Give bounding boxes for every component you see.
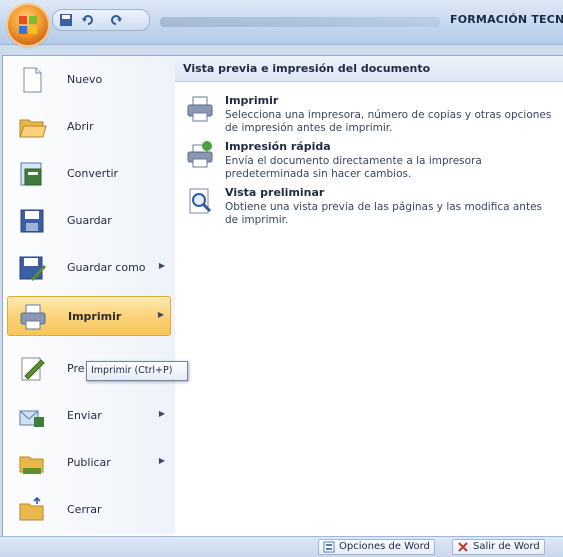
menu-bottom-bar: Opciones de Word Salir de Word — [0, 536, 563, 557]
menu-item-enviar[interactable]: Enviar ▶ — [7, 396, 171, 436]
menu-item-abrir[interactable]: Abrir — [7, 107, 171, 147]
menu-item-label: Publicar — [67, 456, 111, 469]
menu-item-label: Cerrar — [67, 503, 102, 516]
menu-item-label: Convertir — [67, 167, 119, 180]
publish-icon — [19, 456, 44, 474]
submenu-arrow-icon: ▶ — [157, 310, 164, 319]
word-options-button[interactable]: Opciones de Word — [318, 539, 435, 555]
menu-item-label: Guardar como — [67, 261, 146, 274]
menu-item-convertir[interactable]: Convertir — [7, 154, 171, 194]
menu-item-label: Imprimir — [68, 310, 122, 323]
office-menu: Nuevo Abrir Convertir Guardar Guardar co — [2, 55, 563, 537]
convert-icon — [20, 162, 42, 186]
menu-item-label: Guardar — [67, 214, 112, 227]
submenu-entry-title: Vista preliminar — [225, 186, 325, 199]
title-bar: FORMACIÓN TECN — [0, 0, 563, 45]
menu-item-label: Pre — [67, 362, 85, 375]
menu-item-label: Nuevo — [67, 73, 103, 86]
exit-word-label: Salir de Word — [473, 541, 540, 552]
submenu-header: Vista previa e impresión del documento — [175, 56, 563, 82]
save-as-icon — [19, 256, 46, 281]
menu-item-publicar[interactable]: Publicar ▶ — [7, 443, 171, 483]
send-icon — [19, 410, 44, 427]
printer-icon — [187, 96, 213, 122]
submenu-entry-description: Envía el documento directamente a la imp… — [225, 155, 482, 180]
office-button[interactable] — [8, 5, 48, 45]
exit-word-button[interactable]: Salir de Word — [452, 539, 545, 555]
blurred-title-area — [160, 17, 440, 27]
menu-item-cerrar[interactable]: Cerrar — [7, 490, 171, 530]
quick-print-icon — [187, 141, 213, 168]
redo-icon[interactable] — [109, 13, 123, 27]
window-title: FORMACIÓN TECN — [450, 13, 563, 26]
menu-left-pane: Nuevo Abrir Convertir Guardar Guardar co — [3, 56, 176, 534]
submenu-arrow-icon: ▶ — [158, 261, 165, 270]
undo-icon[interactable] — [81, 13, 95, 27]
quick-access-toolbar — [52, 9, 150, 31]
word-options-label: Opciones de Word — [339, 541, 430, 552]
submenu-entry-description: Selecciona una impresora, número de copi… — [225, 109, 552, 134]
prepare-icon — [21, 357, 45, 381]
menu-item-guardar-como[interactable]: Guardar como ▶ — [7, 248, 171, 288]
submenu-arrow-icon: ▶ — [158, 456, 165, 465]
options-icon — [323, 541, 335, 553]
office-save-icon[interactable] — [59, 13, 73, 27]
save-icon — [20, 209, 44, 233]
submenu-entry-description: Obtiene una vista previa de las páginas … — [225, 201, 543, 226]
submenu-entry-title: Impresión rápida — [225, 140, 331, 153]
menu-item-nuevo[interactable]: Nuevo — [7, 60, 171, 100]
menu-item-guardar[interactable]: Guardar — [7, 201, 171, 241]
new-document-icon — [23, 67, 42, 93]
office-logo-icon — [19, 16, 37, 34]
tooltip: Imprimir (Ctrl+P) — [86, 361, 188, 381]
printer-icon — [20, 304, 46, 330]
close-folder-icon — [19, 496, 44, 521]
submenu-entry-vista-preliminar[interactable]: Vista preliminar Obtiene una vista previ… — [175, 184, 563, 240]
menu-right-pane: Vista previa e impresión del documento I… — [175, 56, 563, 534]
close-icon — [458, 542, 468, 552]
menu-item-label: Abrir — [67, 120, 94, 133]
submenu-entry-title: Imprimir — [225, 94, 279, 107]
open-folder-icon — [19, 119, 47, 138]
print-preview-icon — [189, 188, 212, 214]
menu-item-label: Enviar — [67, 409, 102, 422]
menu-item-imprimir[interactable]: Imprimir ▶ — [7, 296, 171, 336]
submenu-arrow-icon: ▶ — [158, 409, 165, 418]
